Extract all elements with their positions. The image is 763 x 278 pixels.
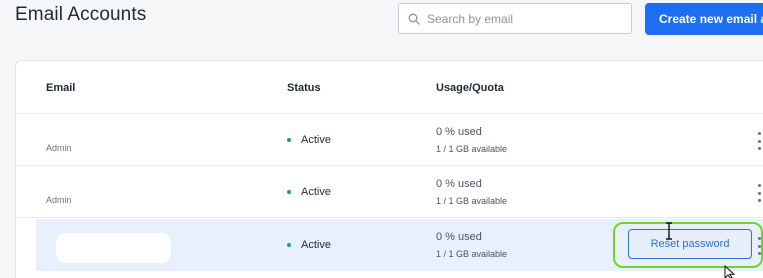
search-icon xyxy=(408,13,420,25)
status-text: Active xyxy=(301,134,331,146)
text-cursor-icon xyxy=(666,222,672,240)
table-row[interactable]: Admin Active 0 % used 1 / 1 GB available xyxy=(16,166,763,218)
row-menu-kebab-icon[interactable] xyxy=(754,132,763,150)
email-account-label: Admin xyxy=(46,195,72,205)
column-header-usage-quota: Usage/Quota xyxy=(436,82,504,94)
quota-available: 1 / 1 GB available xyxy=(436,249,508,259)
status-text: Active xyxy=(301,186,331,198)
quota-available: 1 / 1 GB available xyxy=(436,196,508,206)
mouse-pointer-icon xyxy=(724,265,736,278)
reset-password-button[interactable]: Reset password xyxy=(628,229,752,259)
table-row[interactable]: Admin Active 0 % used 1 / 1 GB available xyxy=(16,114,763,166)
table-header: Email Status Usage/Quota xyxy=(16,61,763,114)
status-active-dot xyxy=(287,138,291,142)
status-cell: Active xyxy=(287,134,331,146)
status-cell: Active xyxy=(287,186,331,198)
row-menu-kebab-icon[interactable] xyxy=(754,184,763,202)
status-text: Active xyxy=(301,239,331,251)
page-title: Email Accounts xyxy=(15,4,147,25)
status-active-dot xyxy=(287,190,291,194)
column-header-status: Status xyxy=(287,82,321,94)
search-input[interactable] xyxy=(427,11,617,26)
redacted-email xyxy=(56,233,171,263)
usage-percent: 0 % used xyxy=(436,126,482,138)
status-cell: Active xyxy=(287,239,331,251)
search-box[interactable] xyxy=(398,3,632,34)
usage-percent: 0 % used xyxy=(436,178,482,190)
quota-available: 1 / 1 GB available xyxy=(436,144,508,154)
create-email-account-button[interactable]: Create new email acco xyxy=(645,3,763,35)
usage-percent: 0 % used xyxy=(436,231,482,243)
column-header-email: Email xyxy=(46,82,76,94)
status-active-dot xyxy=(287,243,291,247)
email-account-label: Admin xyxy=(46,143,72,153)
